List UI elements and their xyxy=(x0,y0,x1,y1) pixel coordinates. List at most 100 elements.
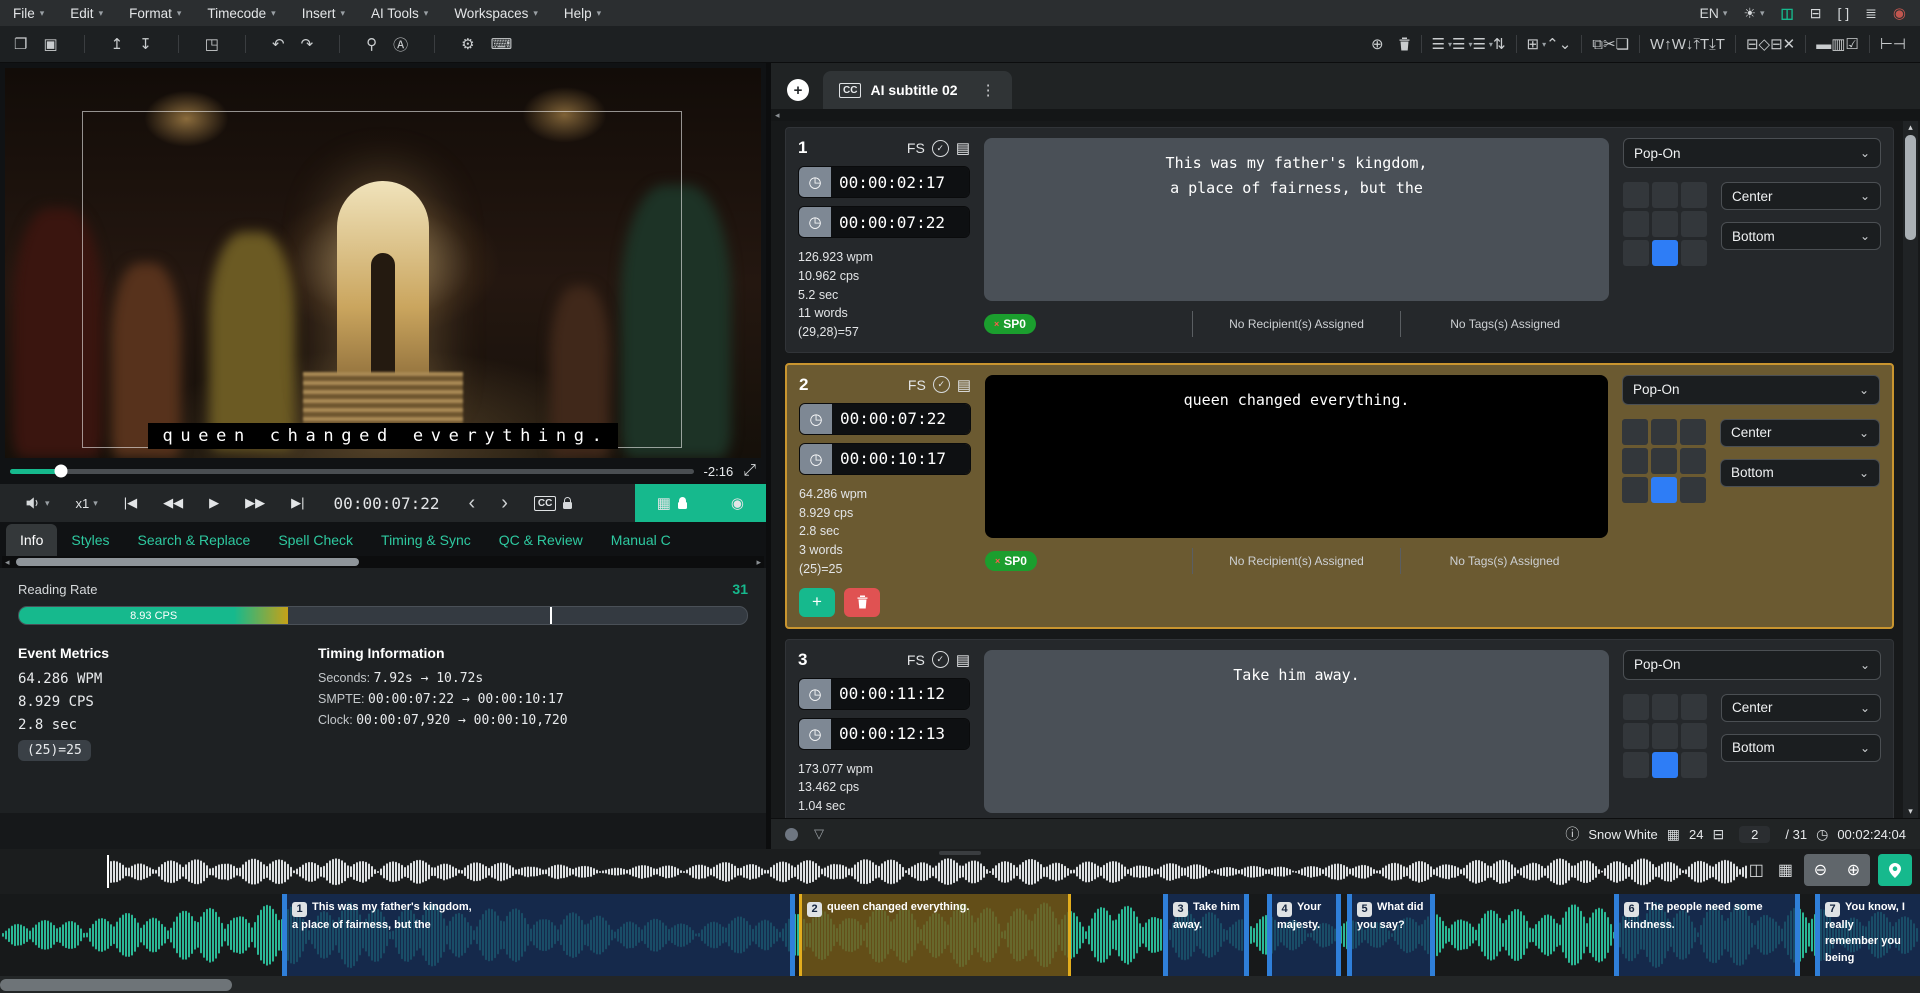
expand-icon[interactable]: ⌄ xyxy=(1559,35,1572,53)
timeline-block-selected[interactable]: 2queen changed everything. xyxy=(799,894,1071,976)
position-grid[interactable] xyxy=(1623,694,1707,778)
undo-icon[interactable]: ↶ xyxy=(272,35,285,53)
add-track-button[interactable]: + xyxy=(787,79,809,101)
recipients-cell[interactable]: No Recipient(s) Assigned xyxy=(1192,311,1401,337)
grid-cell[interactable] xyxy=(1652,723,1678,749)
move-word-down-icon[interactable]: W↓ xyxy=(1672,36,1694,53)
paste-icon[interactable]: ⧉ xyxy=(1592,36,1603,53)
events-scrollbar[interactable]: ▴ ▾ xyxy=(1903,121,1918,818)
help-icon[interactable]: ◉ xyxy=(1893,4,1906,22)
menu-file[interactable]: File▾ xyxy=(0,0,57,26)
split-view-icon[interactable]: ◫ xyxy=(1746,860,1767,880)
view-grid-icon[interactable]: ⊞▾ xyxy=(1527,35,1547,53)
display-style-select[interactable]: Pop-On⌄ xyxy=(1623,138,1881,168)
timeline-scrollbar[interactable] xyxy=(0,976,1920,993)
zoom-out-button[interactable]: ⊖ xyxy=(1804,854,1837,886)
timeline-track[interactable]: 1This was my father's kingdom, a place o… xyxy=(0,894,1920,976)
timecode-in[interactable]: ◷ xyxy=(798,678,970,710)
timecode-in[interactable]: ◷ xyxy=(799,403,971,435)
multi-column-icon[interactable]: ▥ xyxy=(1831,35,1845,53)
tabs-scrollbar[interactable]: ◂ ▸ xyxy=(2,556,764,568)
language-select[interactable]: EN▾ xyxy=(1699,5,1727,21)
next-event-button[interactable]: › xyxy=(488,484,521,522)
grid-cell[interactable] xyxy=(1623,182,1649,208)
align-left-icon[interactable]: ☰▾ xyxy=(1432,35,1452,53)
grid-cell[interactable] xyxy=(1623,752,1649,778)
compare-view-icon[interactable]: ◫ xyxy=(1781,5,1794,22)
remove-speaker-icon[interactable]: × xyxy=(994,319,999,329)
grid-cell[interactable] xyxy=(1622,477,1648,503)
save-icon[interactable]: ▣ xyxy=(43,35,57,53)
playhead[interactable] xyxy=(107,855,109,888)
preview-eye-button[interactable]: ◉ xyxy=(709,484,766,522)
scrollbar-thumb[interactable] xyxy=(16,558,359,566)
halign-select[interactable]: Center⌄ xyxy=(1721,694,1881,722)
valign-select[interactable]: Bottom⌄ xyxy=(1721,222,1881,250)
recipients-cell[interactable]: No Recipient(s) Assigned xyxy=(1192,548,1400,574)
grid-cell[interactable] xyxy=(1680,448,1706,474)
playback-speed[interactable]: x1▾ xyxy=(63,484,111,522)
current-event-input[interactable]: 2 xyxy=(1739,826,1770,843)
grid-cell[interactable] xyxy=(1622,419,1648,445)
scroll-right-icon[interactable]: ▸ xyxy=(756,557,761,568)
subtitle-text-editor[interactable]: Take him away. xyxy=(984,650,1609,813)
follow-playhead-button[interactable] xyxy=(1878,854,1912,886)
move-line-down-icon[interactable]: ⤓T xyxy=(1709,36,1725,53)
grid-cell[interactable] xyxy=(1623,694,1649,720)
cut-icon[interactable]: ✂ xyxy=(1603,35,1616,53)
grid-cell[interactable] xyxy=(1652,182,1678,208)
delete-event-icon[interactable] xyxy=(1398,37,1411,51)
menu-ai-tools[interactable]: AI Tools▾ xyxy=(358,0,441,26)
video-lock-button[interactable]: ▦ xyxy=(635,484,709,522)
grid-cell[interactable] xyxy=(1681,694,1707,720)
transcribe-icon[interactable]: ⚲ xyxy=(366,35,377,53)
tab-qc-review[interactable]: QC & Review xyxy=(485,524,597,556)
timeline-block[interactable]: 1This was my father's kingdom, a place o… xyxy=(282,894,795,976)
grid-cell-active[interactable] xyxy=(1652,752,1678,778)
halign-select[interactable]: Center⌄ xyxy=(1721,182,1881,210)
seek-slider[interactable] xyxy=(10,469,694,474)
subtitle-event-row[interactable]: 1 FS ✓ ▤ ◷ ◷ xyxy=(785,127,1894,353)
position-grid[interactable] xyxy=(1622,419,1706,503)
insert-event-button[interactable]: + xyxy=(799,588,835,617)
speaker-badge[interactable]: ×SP0 xyxy=(984,314,1036,334)
add-event-icon[interactable]: ⊕ xyxy=(1371,35,1384,53)
timecode-in[interactable]: ◷ xyxy=(798,166,970,198)
filmstrip-icon[interactable]: ▦ xyxy=(1775,860,1796,880)
play-button[interactable]: ▶ xyxy=(196,484,232,522)
grid-cell[interactable] xyxy=(1623,211,1649,237)
merge-event-icon[interactable]: ⊟✕ xyxy=(1770,35,1795,53)
display-style-select[interactable]: Pop-On⌄ xyxy=(1622,375,1880,405)
fullscreen-video-icon[interactable]: ⤢ xyxy=(743,462,756,480)
timeline-block[interactable]: 7You know, I really remember you being xyxy=(1815,894,1920,976)
grid-cell[interactable] xyxy=(1623,240,1649,266)
grid-cell[interactable] xyxy=(1681,240,1707,266)
zoom-in-button[interactable]: ⊕ xyxy=(1837,854,1870,886)
display-style-select[interactable]: Pop-On⌄ xyxy=(1623,650,1881,680)
subtitle-text-editor[interactable]: This was my father's kingdom,a place of … xyxy=(984,138,1609,301)
timecode-in-input[interactable] xyxy=(831,679,969,709)
menu-insert[interactable]: Insert▾ xyxy=(289,0,358,26)
menu-timecode[interactable]: Timecode▾ xyxy=(194,0,288,26)
timecode-out[interactable]: ◷ xyxy=(799,443,971,475)
status-indicator[interactable] xyxy=(785,828,798,841)
scroll-left-icon[interactable]: ◂ xyxy=(775,110,780,121)
open-icon[interactable]: ❐ xyxy=(14,35,27,53)
grid-cell[interactable] xyxy=(1651,419,1677,445)
single-line-icon[interactable]: ▬ xyxy=(1816,36,1831,53)
rewind-button[interactable]: ◀◀ xyxy=(150,484,196,522)
copy-icon[interactable]: ❏ xyxy=(1616,35,1629,53)
move-line-up-icon[interactable]: ⤒T xyxy=(1693,36,1709,53)
timeline-block[interactable]: 6The people need some kindness. xyxy=(1614,894,1800,976)
grid-cell[interactable] xyxy=(1652,211,1678,237)
grid-cell[interactable] xyxy=(1681,752,1707,778)
grid-cell[interactable] xyxy=(1622,448,1648,474)
sort-events-icon[interactable]: ⇅ xyxy=(1493,35,1506,53)
split-event-icon[interactable]: ⊟◇ xyxy=(1746,35,1770,53)
tab-manual[interactable]: Manual C xyxy=(597,524,685,556)
shift-start-icon[interactable]: ⊢ xyxy=(1880,35,1893,53)
collapse-icon[interactable]: ⌃ xyxy=(1546,35,1559,53)
remove-speaker-icon[interactable]: × xyxy=(995,556,1000,566)
menu-format[interactable]: Format▾ xyxy=(116,0,194,26)
export-video-icon[interactable]: ◳ xyxy=(205,35,219,53)
